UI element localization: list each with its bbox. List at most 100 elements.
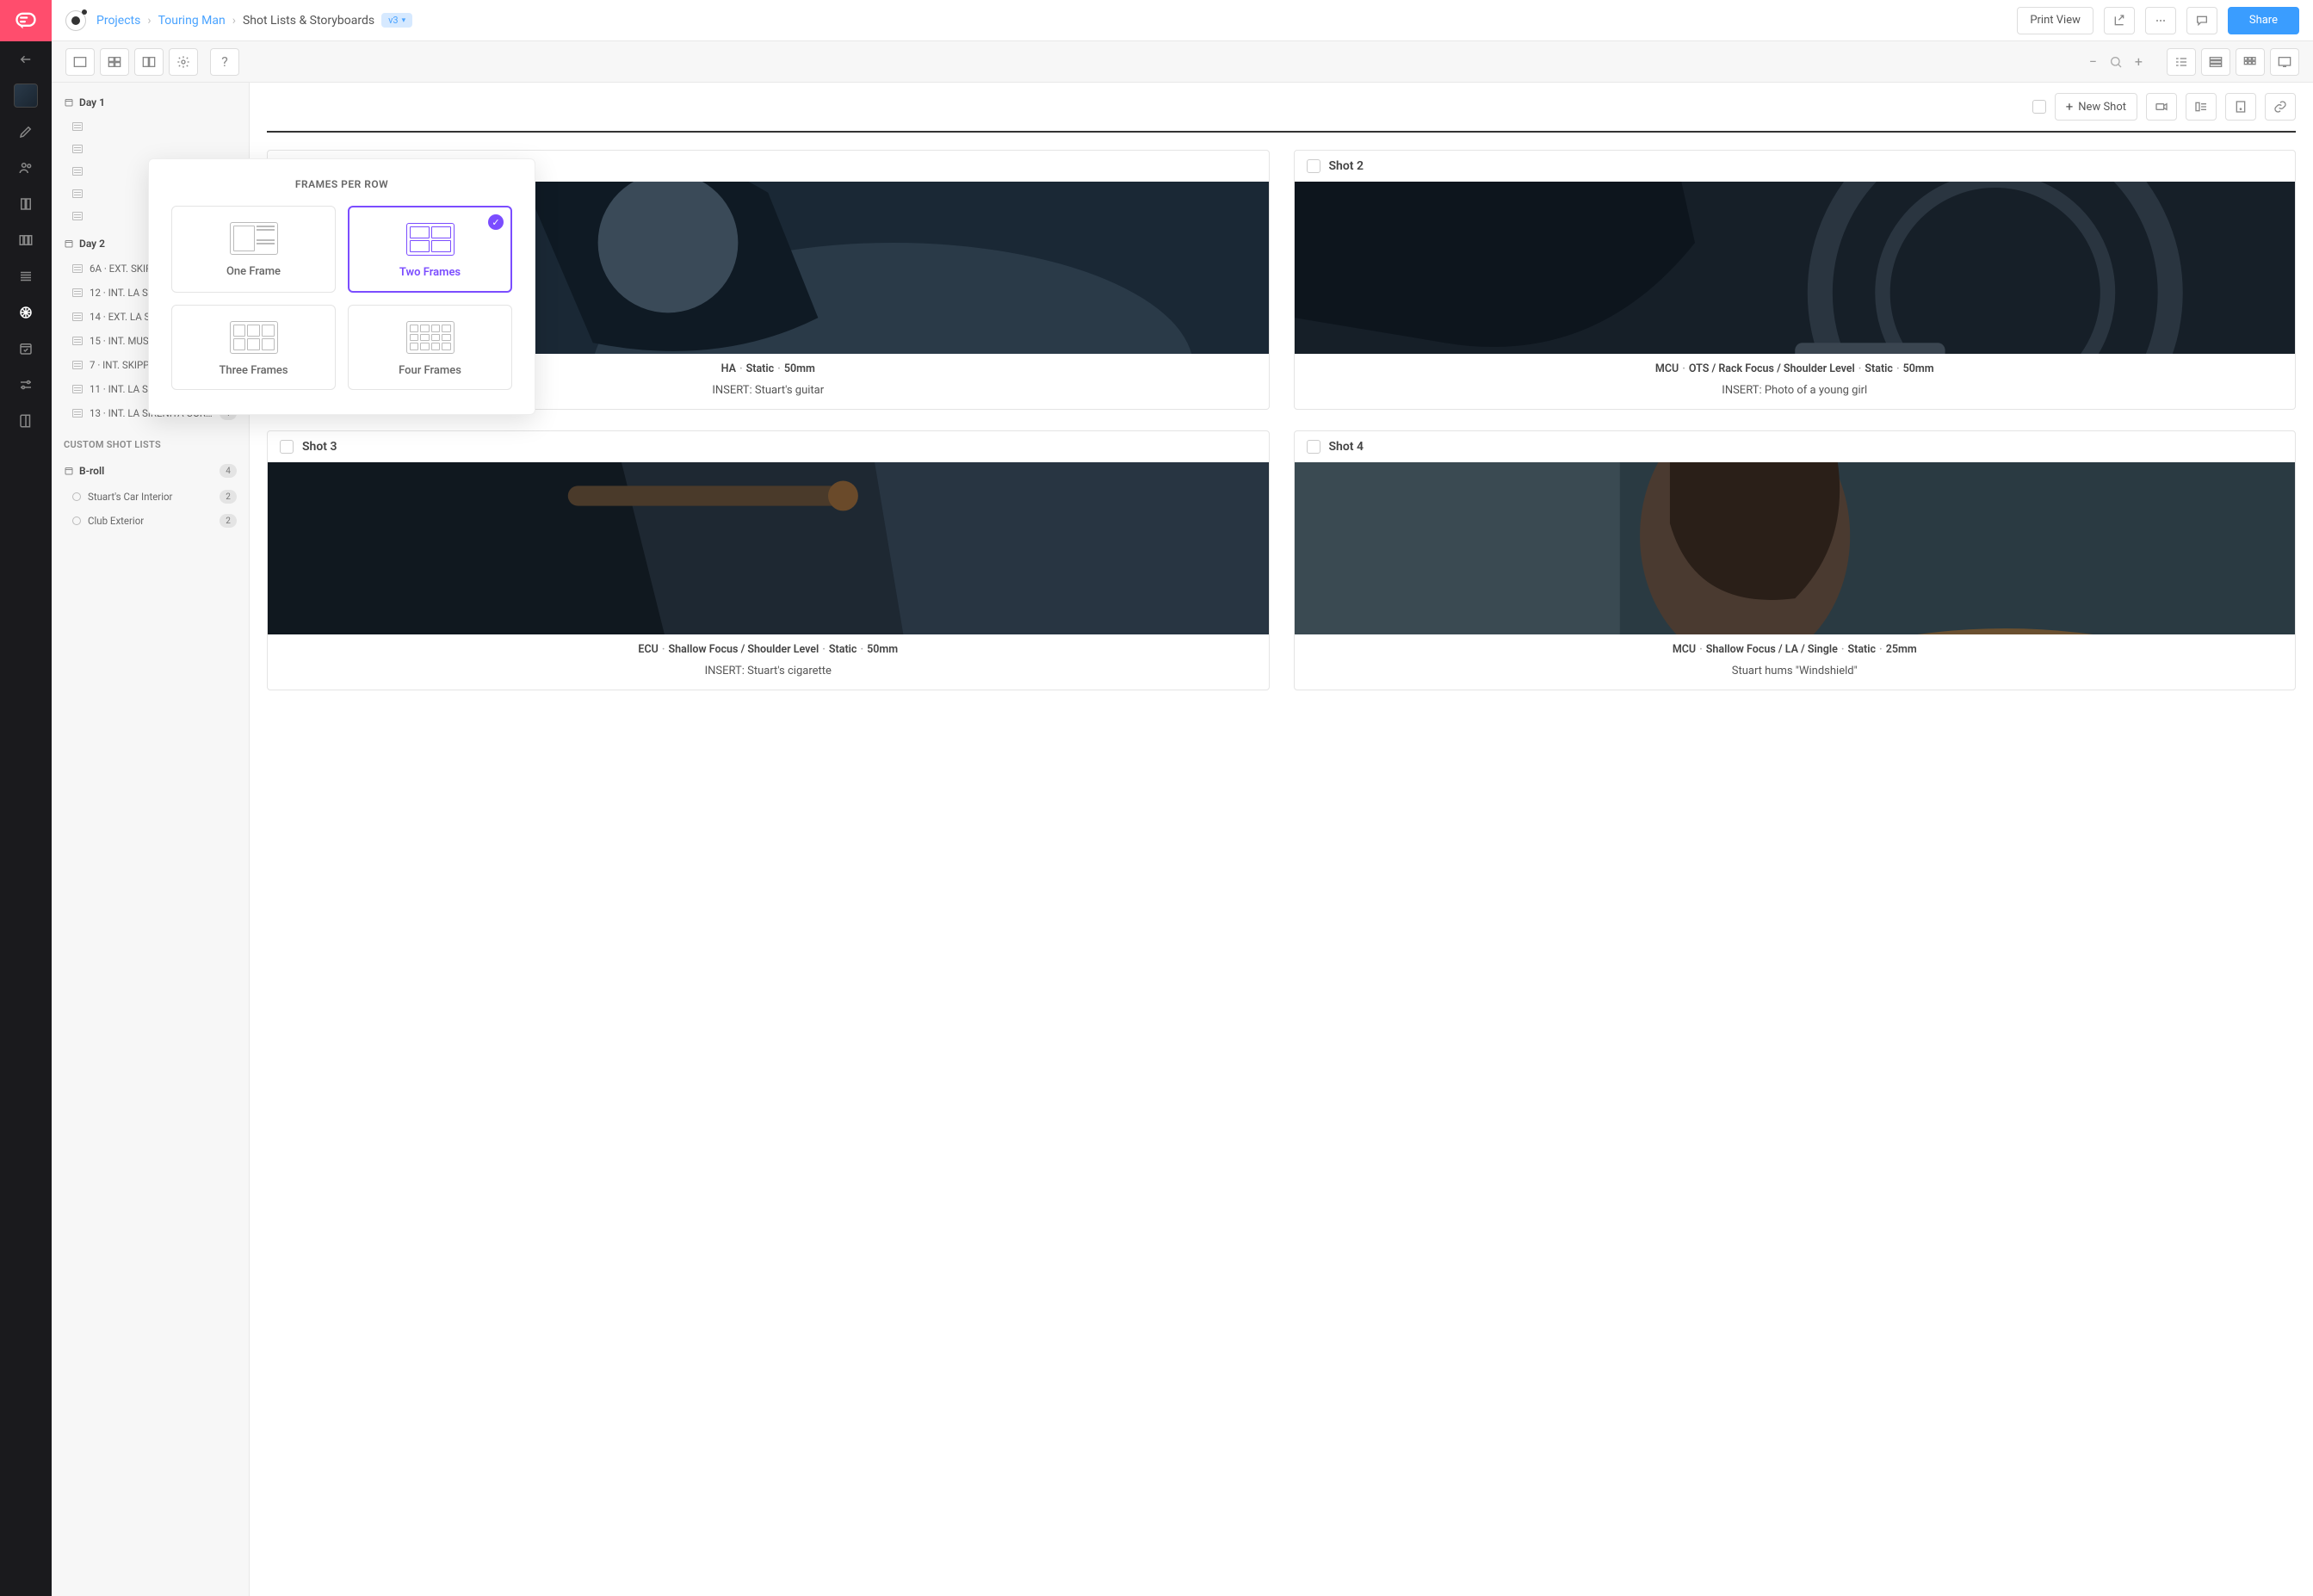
nav-calendar-icon[interactable] (0, 331, 52, 367)
app-logo-icon[interactable] (65, 10, 86, 31)
crumb-projects[interactable]: Projects (96, 14, 140, 28)
frames-option[interactable]: ✓ Two Frames (348, 206, 512, 293)
shot-image (268, 462, 1269, 634)
zoom-in-icon[interactable]: + (2135, 53, 2143, 70)
frames-thumb-icon (230, 321, 278, 354)
nav-back-icon[interactable] (0, 41, 52, 77)
zoom-controls: − + (2089, 53, 2143, 70)
frames-option[interactable]: One Frame (171, 206, 336, 293)
shot-description: INSERT: Photo of a young girl (1295, 380, 2296, 409)
chevron-right-icon: › (232, 14, 236, 28)
nav-edit-icon[interactable] (0, 114, 52, 150)
nav-list-icon[interactable] (0, 258, 52, 294)
nav-book-icon[interactable] (0, 403, 52, 439)
shot-meta: MCU·Shallow Focus / LA / Single·Static·2… (1295, 634, 2296, 661)
shot-description: Stuart hums "Windshield" (1295, 661, 2296, 690)
layout-icon[interactable] (2186, 93, 2217, 121)
note-icon[interactable] (2225, 93, 2256, 121)
frames-option-label: Three Frames (219, 364, 288, 377)
scene-item[interactable] (52, 138, 249, 160)
nav-shotlist-icon[interactable] (0, 294, 52, 331)
nav-settings-icon[interactable] (0, 367, 52, 403)
more-button[interactable] (2145, 7, 2176, 34)
frames-option[interactable]: Four Frames (348, 305, 512, 390)
scene-icon (72, 385, 83, 393)
scene-icon (72, 409, 83, 418)
scene-icon (72, 288, 83, 297)
select-all-checkbox[interactable] (2032, 100, 2046, 114)
camera-icon[interactable] (2146, 93, 2177, 121)
day2-label: Day 2 (79, 238, 105, 250)
view-grid-icon[interactable] (2236, 48, 2265, 76)
broll-icon (72, 517, 81, 525)
canvas-header: +New Shot (267, 83, 2296, 133)
frames-thumb-icon (230, 222, 278, 255)
crumb-project[interactable]: Touring Man (158, 14, 226, 28)
view-list-icon[interactable] (2167, 48, 2196, 76)
scene-icon (72, 337, 83, 345)
frames-option[interactable]: Three Frames (171, 305, 336, 390)
shot-checkbox[interactable] (1307, 159, 1320, 173)
day-header-1[interactable]: Day 1 (52, 90, 249, 115)
view-rows-icon[interactable] (2201, 48, 2230, 76)
nav-rail (0, 0, 52, 1596)
shot-meta: ECU·Shallow Focus / Shoulder Level·Stati… (268, 634, 1269, 661)
shot-description: INSERT: Stuart's cigarette (268, 661, 1269, 690)
top-header: Projects › Touring Man › Shot Lists & St… (52, 0, 2313, 41)
breadcrumb: Projects › Touring Man › Shot Lists & St… (96, 13, 412, 28)
link-icon[interactable] (2265, 93, 2296, 121)
shot-card[interactable]: Shot 2 MCU·OTS / Rack Focus / Shoulder Le… (1294, 150, 2297, 410)
print-view-button[interactable]: Print View (2017, 7, 2093, 34)
day1-label: Day 1 (79, 96, 105, 108)
shot-canvas: +New Shot Shot 1HA·Static·50mmINSERT: St… (250, 83, 2313, 1596)
frames-option-label: One Frame (226, 265, 281, 278)
broll-header[interactable]: B-roll 4 (52, 457, 249, 485)
shot-checkbox[interactable] (280, 440, 294, 454)
nav-project-thumb[interactable] (0, 77, 52, 114)
broll-count-badge: 2 (220, 514, 237, 528)
new-shot-button[interactable]: +New Shot (2055, 93, 2137, 121)
broll-item[interactable]: Stuart's Car Interior 2 (52, 485, 249, 509)
zoom-out-icon[interactable]: − (2089, 53, 2097, 70)
shot-meta: MCU·OTS / Rack Focus / Shoulder Level·St… (1295, 354, 2296, 380)
tool-split-icon[interactable] (134, 48, 164, 76)
tool-gear-icon[interactable] (169, 48, 198, 76)
broll-count-badge: 2 (220, 490, 237, 504)
tool-frame-icon[interactable] (65, 48, 95, 76)
view-present-icon[interactable] (2270, 48, 2299, 76)
share-button[interactable]: Share (2228, 7, 2299, 34)
brand-logo[interactable] (0, 0, 52, 41)
broll-icon (72, 492, 81, 501)
scene-icon (72, 312, 83, 321)
shot-image (1295, 462, 2296, 634)
check-icon: ✓ (488, 214, 504, 230)
shot-checkbox[interactable] (1307, 440, 1320, 454)
broll-name: Club Exterior (88, 515, 213, 527)
zoom-reset-icon[interactable] (2109, 55, 2123, 69)
comments-button[interactable] (2186, 7, 2217, 34)
shot-title: Shot 3 (302, 440, 337, 454)
scene-icon (72, 264, 83, 273)
frames-thumb-icon (406, 223, 455, 256)
chevron-right-icon: › (147, 14, 151, 28)
broll-count: 4 (220, 464, 237, 478)
export-button[interactable] (2104, 7, 2135, 34)
shot-card[interactable]: Shot 3 ECU·Shallow Focus / Shoulder Level… (267, 430, 1270, 690)
frames-thumb-icon (406, 321, 455, 354)
nav-people-icon[interactable] (0, 150, 52, 186)
broll-name: Stuart's Car Interior (88, 491, 213, 503)
version-pill[interactable]: v3▾ (381, 13, 412, 28)
frames-option-label: Two Frames (399, 266, 461, 279)
shot-title: Shot 2 (1329, 159, 1364, 173)
nav-script-icon[interactable] (0, 186, 52, 222)
crumb-page: Shot Lists & Storyboards (243, 14, 374, 28)
shot-card[interactable]: Shot 4MCU·Shallow Focus / LA / Single·St… (1294, 430, 2297, 690)
scene-item[interactable] (52, 115, 249, 138)
broll-item[interactable]: Club Exterior 2 (52, 509, 249, 533)
tool-help-icon[interactable]: ? (210, 48, 239, 76)
frames-option-label: Four Frames (399, 364, 461, 377)
nav-columns-icon[interactable] (0, 222, 52, 258)
tool-grid-icon[interactable] (100, 48, 129, 76)
frames-per-row-popover: FRAMES PER ROW One Frame✓Two FramesThree… (148, 158, 535, 415)
scene-icon (72, 361, 83, 369)
